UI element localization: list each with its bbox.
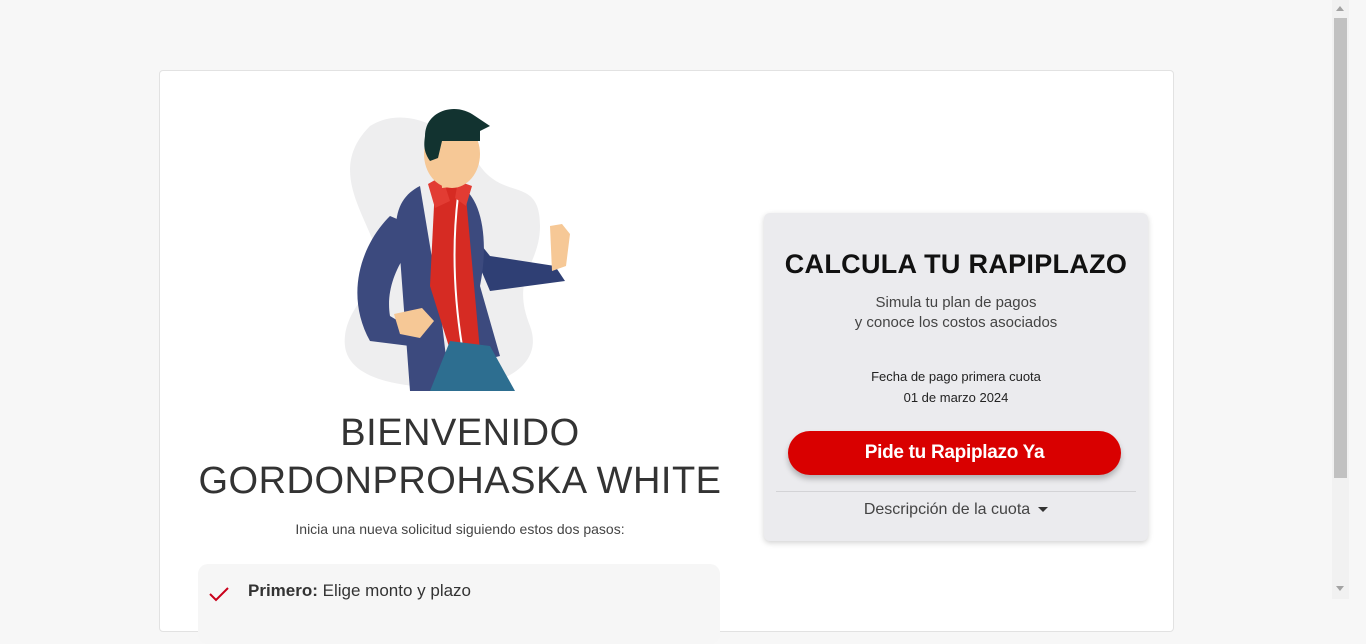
request-rapiplazo-button[interactable]: Pide tu Rapiplazo Ya xyxy=(788,431,1121,475)
welcome-line: BIENVENIDO xyxy=(340,412,580,454)
first-payment-label: Fecha de pago primera cuota xyxy=(871,369,1041,384)
scroll-down-icon[interactable] xyxy=(1336,586,1344,591)
user-name: GORDONPROHASKA WHITE xyxy=(198,460,722,502)
installment-description-label: Descripción de la cuota xyxy=(863,501,1031,518)
check-icon xyxy=(209,587,229,602)
step-label: Primero: xyxy=(248,581,318,600)
installment-description-toggle[interactable]: Descripción de la cuota xyxy=(764,501,1148,519)
step-first: Primero: Elige monto y plazo xyxy=(248,581,471,601)
welcome-heading: BIENVENIDO GORDONPROHASKA WHITE xyxy=(190,409,730,505)
step-text: Elige monto y plazo xyxy=(317,581,472,600)
calculator-title: CALCULA TU RAPIPLAZO xyxy=(784,249,1128,279)
main-card: BIENVENIDO GORDONPROHASKA WHITE Inicia u… xyxy=(159,70,1174,644)
caret-down-icon xyxy=(1038,507,1049,513)
page-scrollbar[interactable] xyxy=(1332,0,1349,599)
intro-text: Inicia una nueva solicitud siguiendo est… xyxy=(295,521,625,537)
calculator-subtitle: Simula tu plan de pagos y conoce los cos… xyxy=(764,293,1148,333)
divider xyxy=(776,491,1136,492)
steps-list: Primero: Elige monto y plazo xyxy=(198,564,720,644)
scroll-thumb[interactable] xyxy=(1334,18,1347,478)
welcome-illustration xyxy=(344,108,570,391)
first-payment-date: 01 de marzo 2024 xyxy=(903,390,1009,405)
scroll-up-icon[interactable] xyxy=(1336,6,1344,11)
calculator-subtitle-line1: Simula tu plan de pagos xyxy=(875,294,1037,311)
calculator-card: CALCULA TU RAPIPLAZO Simula tu plan de p… xyxy=(764,213,1148,541)
calculator-subtitle-line2: y conoce los costos asociados xyxy=(854,314,1058,331)
